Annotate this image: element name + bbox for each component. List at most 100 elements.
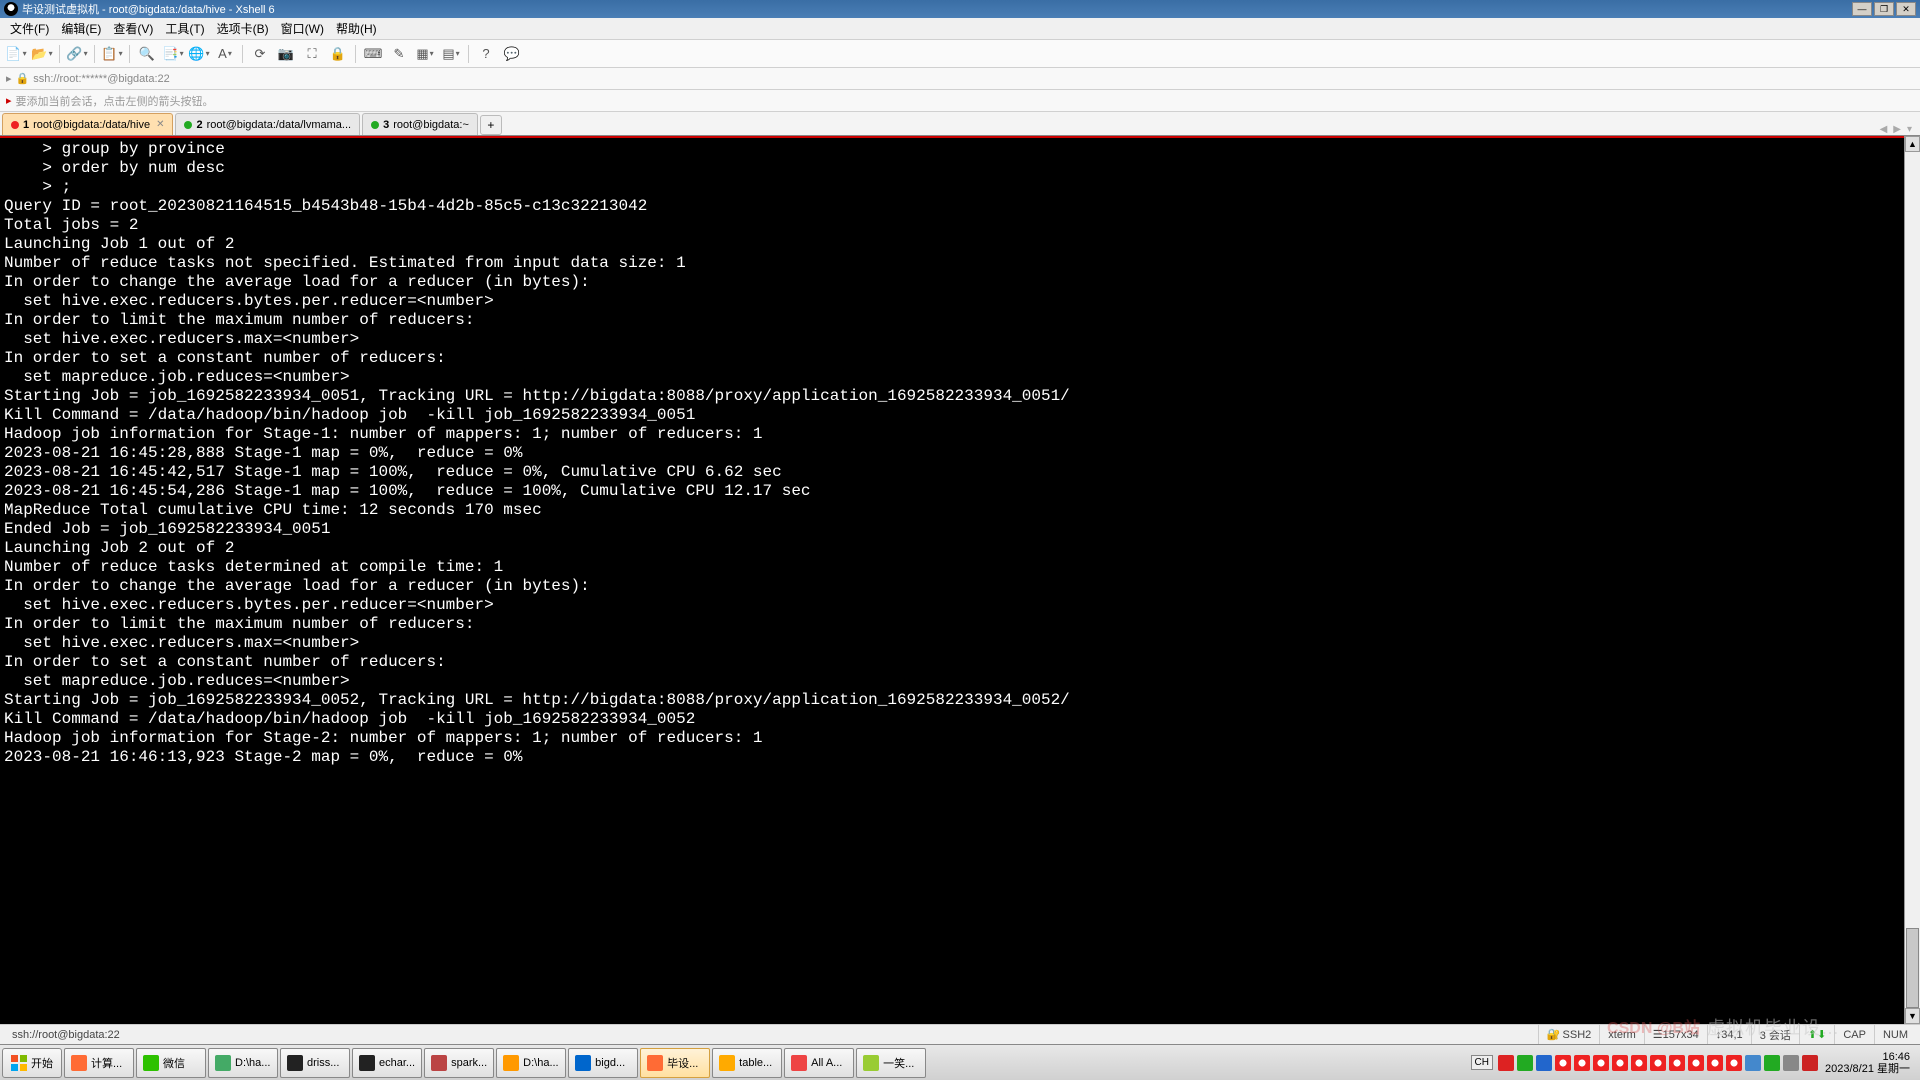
taskbar-item-label: D:\ha... <box>523 1057 558 1069</box>
start-button[interactable]: 开始 <box>2 1048 62 1078</box>
tab-prev-button[interactable]: ◀ <box>1878 124 1890 135</box>
app-icon <box>4 2 18 16</box>
tray-qq-icon[interactable] <box>1631 1055 1647 1071</box>
taskbar-item[interactable]: bigd... <box>568 1048 638 1078</box>
menu-help[interactable]: 帮助(H) <box>330 18 383 39</box>
tray-qq-icon[interactable] <box>1707 1055 1723 1071</box>
tray-icon[interactable] <box>1517 1055 1533 1071</box>
taskbar-item-label: 微信 <box>163 1055 185 1071</box>
status-dot-icon <box>11 121 19 129</box>
help-button[interactable]: ? <box>474 43 498 65</box>
taskbar-item[interactable]: spark... <box>424 1048 494 1078</box>
globe-button[interactable]: 🌐 <box>187 43 211 65</box>
layout1-button[interactable]: ▦ <box>413 43 437 65</box>
taskbar-item[interactable]: driss... <box>280 1048 350 1078</box>
menu-file[interactable]: 文件(F) <box>4 18 55 39</box>
menu-edit[interactable]: 编辑(E) <box>55 18 107 39</box>
address-arrow-icon[interactable]: ▸ <box>6 72 12 85</box>
tray-icon[interactable] <box>1536 1055 1552 1071</box>
taskbar-item[interactable]: 毕设... <box>640 1048 710 1078</box>
status-num: NUM <box>1874 1025 1916 1044</box>
terminal-output[interactable]: > group by province > order by num desc … <box>0 136 1920 1024</box>
tray-qq-icon[interactable] <box>1726 1055 1742 1071</box>
taskbar-app-icon <box>863 1055 879 1071</box>
window-titlebar: 毕设测试虚拟机 - root@bigdata:/data/hive - Xshe… <box>0 0 1920 18</box>
scroll-up-button[interactable]: ▲ <box>1905 136 1920 152</box>
scroll-thumb[interactable] <box>1906 928 1919 1008</box>
status-bar: ssh://root@bigdata:22 🔐SSH2 xterm ☰ 157x… <box>0 1024 1920 1044</box>
tray-qq-icon[interactable] <box>1574 1055 1590 1071</box>
flag-icon[interactable]: ▸ <box>6 94 12 107</box>
status-dot-icon <box>184 121 192 129</box>
minimize-button[interactable]: — <box>1852 2 1872 16</box>
tray-qq-icon[interactable] <box>1688 1055 1704 1071</box>
session-tab-1[interactable]: 1 root@bigdata:/data/hive ✕ <box>2 113 173 135</box>
open-button[interactable]: 📂 <box>30 43 54 65</box>
keyboard-button[interactable]: ⌨ <box>361 43 385 65</box>
tray-qq-icon[interactable] <box>1555 1055 1571 1071</box>
status-cap: CAP <box>1834 1025 1874 1044</box>
taskbar-item[interactable]: 一笑... <box>856 1048 926 1078</box>
camera-button[interactable]: 📷 <box>274 43 298 65</box>
tab-number: 3 <box>383 119 389 131</box>
fullscreen-button[interactable]: ⛶ <box>300 43 324 65</box>
taskbar-item[interactable]: All A... <box>784 1048 854 1078</box>
address-text: ssh://root:******@bigdata:22 <box>33 73 170 85</box>
menu-view[interactable]: 查看(V) <box>107 18 159 39</box>
refresh-button[interactable]: ⟳ <box>248 43 272 65</box>
menu-tab[interactable]: 选项卡(B) <box>211 18 275 39</box>
address-bar[interactable]: ▸ 🔒 ssh://root:******@bigdata:22 <box>0 68 1920 90</box>
tray-icon[interactable] <box>1745 1055 1761 1071</box>
taskbar-item[interactable]: echar... <box>352 1048 422 1078</box>
tray-icon[interactable] <box>1498 1055 1514 1071</box>
status-dot-icon <box>371 121 379 129</box>
tab-number: 2 <box>196 119 202 131</box>
session-tabs: 1 root@bigdata:/data/hive ✕ 2 root@bigda… <box>0 112 1920 136</box>
add-tab-button[interactable]: + <box>480 115 502 135</box>
tray-icon[interactable] <box>1802 1055 1818 1071</box>
new-session-button[interactable]: 📄 <box>4 43 28 65</box>
vertical-scrollbar[interactable]: ▲ ▼ <box>1904 136 1920 1024</box>
taskbar-item[interactable]: 微信 <box>136 1048 206 1078</box>
tab-close-icon[interactable]: ✕ <box>156 119 164 130</box>
print-button[interactable]: 📑 <box>161 43 185 65</box>
status-sessions: 3 会话 <box>1751 1025 1799 1044</box>
taskbar-app-icon <box>791 1055 807 1071</box>
copy-button[interactable]: 📋 <box>100 43 124 65</box>
lock-button[interactable]: 🔒 <box>326 43 350 65</box>
taskbar-item[interactable]: 计算... <box>64 1048 134 1078</box>
tray-qq-icon[interactable] <box>1593 1055 1609 1071</box>
language-indicator[interactable]: CH <box>1471 1055 1493 1070</box>
session-tab-3[interactable]: 3 root@bigdata:~ <box>362 113 478 135</box>
taskbar-item[interactable]: D:\ha... <box>208 1048 278 1078</box>
tray-qq-icon[interactable] <box>1612 1055 1628 1071</box>
taskbar-item-label: driss... <box>307 1057 339 1069</box>
scroll-track[interactable] <box>1905 152 1920 1008</box>
search-button[interactable]: 🔍 <box>135 43 159 65</box>
status-cursor: ↕ 34,1 <box>1707 1025 1751 1044</box>
tray-qq-icon[interactable] <box>1669 1055 1685 1071</box>
start-label: 开始 <box>31 1055 53 1071</box>
taskbar-item[interactable]: table... <box>712 1048 782 1078</box>
highlight-button[interactable]: ✎ <box>387 43 411 65</box>
menu-tools[interactable]: 工具(T) <box>159 18 210 39</box>
layout2-button[interactable]: ▤ <box>439 43 463 65</box>
chat-button[interactable]: 💬 <box>500 43 524 65</box>
tab-menu-button[interactable]: ▾ <box>1905 124 1914 135</box>
tray-icon[interactable] <box>1764 1055 1780 1071</box>
close-button[interactable]: ✕ <box>1896 2 1916 16</box>
menu-window[interactable]: 窗口(W) <box>275 18 330 39</box>
tray-icon[interactable] <box>1783 1055 1799 1071</box>
taskbar-item-label: 毕设... <box>667 1055 698 1071</box>
session-tab-2[interactable]: 2 root@bigdata:/data/lvmama... <box>175 113 360 135</box>
taskbar-item[interactable]: D:\ha... <box>496 1048 566 1078</box>
tab-next-button[interactable]: ▶ <box>1891 124 1903 135</box>
taskbar-clock[interactable]: 16:46 2023/8/21 星期一 <box>1821 1051 1914 1075</box>
hint-bar: ▸ 要添加当前会话，点击左侧的箭头按钮。 <box>0 90 1920 112</box>
tab-label: root@bigdata:~ <box>393 119 469 131</box>
scroll-down-button[interactable]: ▼ <box>1905 1008 1920 1024</box>
font-button[interactable]: A <box>213 43 237 65</box>
tray-qq-icon[interactable] <box>1650 1055 1666 1071</box>
maximize-button[interactable]: ❐ <box>1874 2 1894 16</box>
reconnect-button[interactable]: 🔗 <box>65 43 89 65</box>
